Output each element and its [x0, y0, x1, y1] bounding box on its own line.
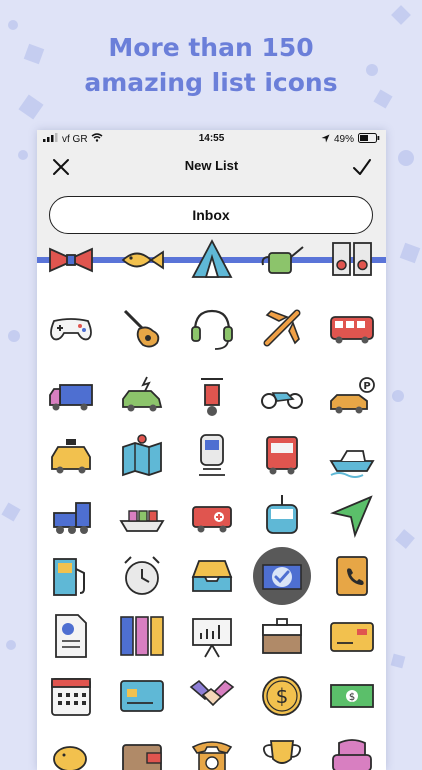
headline-line-2: amazing list icons [84, 68, 338, 97]
tent-icon[interactable] [187, 235, 237, 285]
selected-check-icon[interactable] [253, 547, 311, 605]
cable-car-icon[interactable] [257, 491, 307, 541]
document-chart-icon[interactable] [46, 611, 96, 661]
presentation-icon[interactable] [187, 611, 237, 661]
truck-icon[interactable] [46, 371, 96, 421]
fuel-pump-icon[interactable] [46, 551, 96, 601]
credit-card-icon[interactable] [327, 611, 377, 661]
dollar-coin-icon[interactable]: $ [257, 671, 307, 721]
headset-icon[interactable] [187, 303, 237, 353]
motorcycle-icon[interactable] [257, 371, 307, 421]
ambulance-icon[interactable] [187, 491, 237, 541]
background-shape [1, 502, 21, 522]
handshake-icon[interactable] [187, 671, 237, 721]
background-shape [395, 529, 415, 549]
alarm-clock-icon[interactable] [117, 551, 167, 601]
car-icon[interactable] [117, 371, 167, 421]
background-shape [391, 5, 411, 25]
background-shape [8, 20, 18, 30]
scooter-icon[interactable] [187, 371, 237, 421]
navigation-arrow-icon[interactable] [327, 491, 377, 541]
inbox-tray-icon[interactable] [187, 551, 237, 601]
bus-icon[interactable] [327, 303, 377, 353]
calendar-icon[interactable] [46, 671, 96, 721]
banknote-icon[interactable]: $ [327, 671, 377, 721]
background-shape [392, 390, 404, 402]
card-icon[interactable] [117, 671, 167, 721]
background-shape [390, 653, 406, 669]
promo-headline: More than 150 amazing list icons [0, 30, 422, 100]
fish-icon[interactable] [117, 235, 167, 285]
svg-text:$: $ [276, 684, 289, 708]
bowtie-icon[interactable] [46, 235, 96, 285]
cargo-ship-icon[interactable] [117, 491, 167, 541]
phone-screen: vf GR 14:55 49% New List Inbox P $ $ [37, 130, 386, 770]
wallet-icon[interactable] [117, 733, 167, 770]
background-shape [6, 640, 16, 650]
address-book-icon[interactable] [327, 551, 377, 601]
parking-car-icon[interactable]: P [327, 371, 377, 421]
piggy-bank-icon[interactable] [46, 733, 96, 770]
list-name-input[interactable]: Inbox [49, 196, 373, 234]
battery-percent: 49% [333, 134, 354, 145]
background-shape [398, 150, 414, 166]
svg-text:$: $ [349, 692, 355, 703]
ship-icon[interactable] [327, 431, 377, 481]
background-shape [8, 330, 20, 342]
armchair-icon[interactable] [327, 733, 377, 770]
speakers-icon[interactable] [327, 235, 377, 285]
lorry-icon[interactable] [257, 431, 307, 481]
trophy-icon[interactable] [257, 733, 307, 770]
telephone-icon[interactable] [187, 733, 237, 770]
battery-icon [358, 133, 380, 146]
watering-can-icon[interactable] [257, 235, 307, 285]
location-icon [321, 134, 330, 146]
locomotive-icon[interactable] [46, 491, 96, 541]
briefcase-icon[interactable] [257, 611, 307, 661]
background-shape [399, 242, 421, 264]
navigation-bar: New List [37, 148, 386, 188]
headline-line-1: More than 150 [108, 33, 314, 62]
airplane-icon[interactable] [257, 303, 307, 353]
binders-icon[interactable] [117, 611, 167, 661]
taxi-icon[interactable] [46, 431, 96, 481]
page-title: New List [184, 158, 239, 173]
gamepad-icon[interactable] [46, 303, 96, 353]
train-icon[interactable] [187, 431, 237, 481]
background-shape [18, 150, 28, 160]
map-icon[interactable] [117, 431, 167, 481]
guitar-icon[interactable] [117, 303, 167, 353]
status-bar: vf GR 14:55 49% [37, 130, 386, 148]
svg-text:P: P [363, 381, 370, 392]
confirm-check-icon[interactable] [350, 155, 374, 179]
